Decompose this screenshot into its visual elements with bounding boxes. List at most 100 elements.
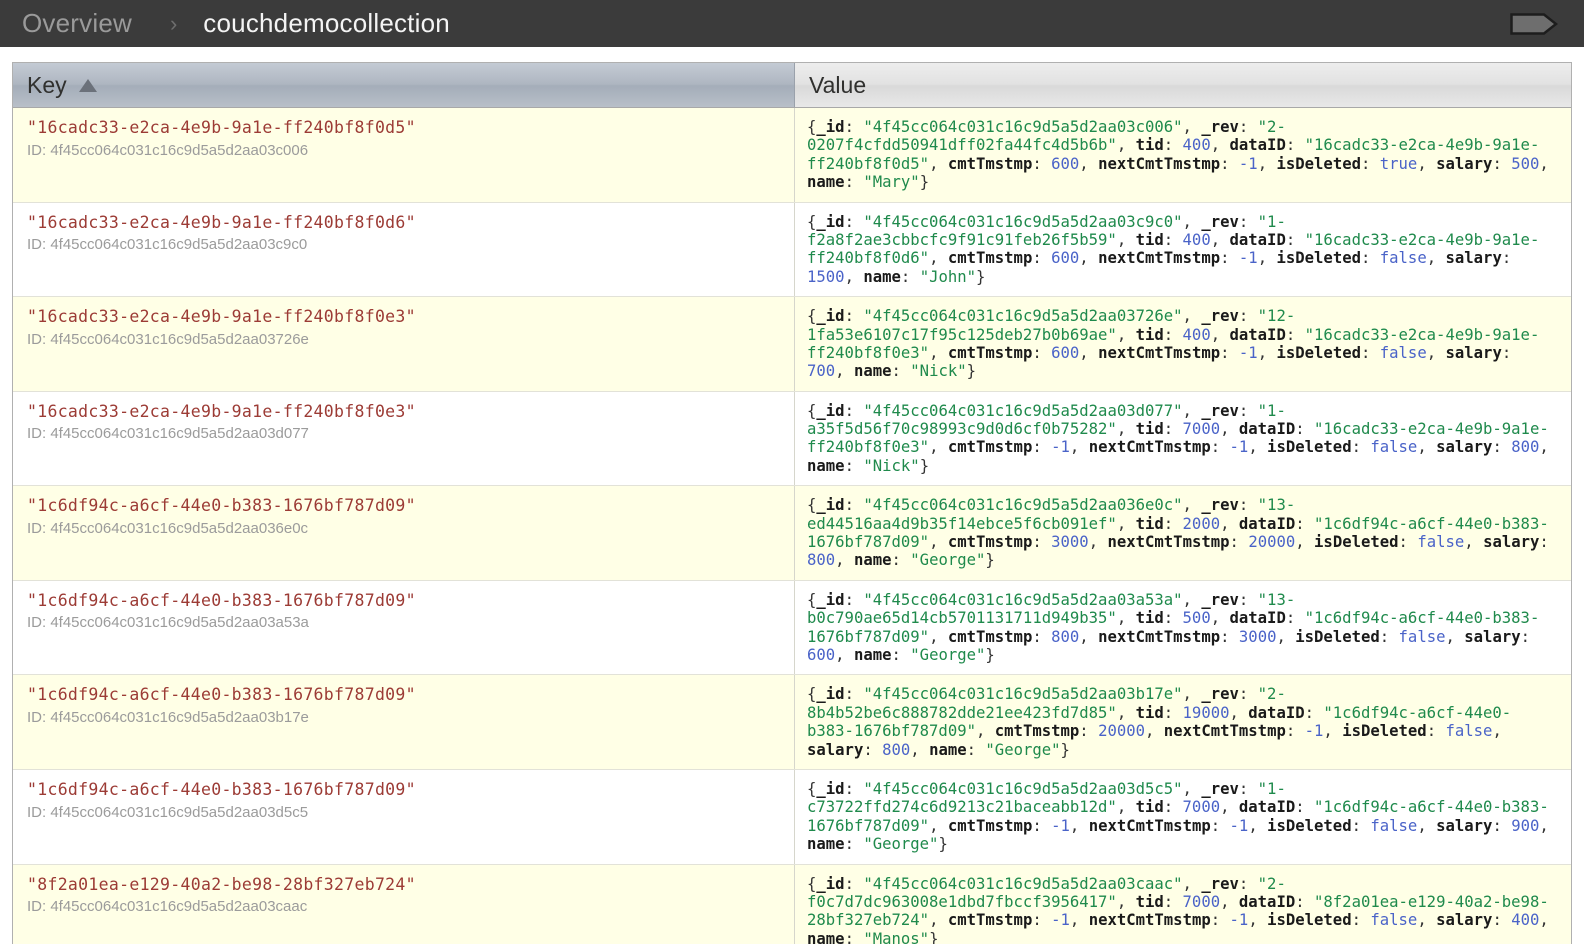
table-row[interactable]: "16cadc33-e2ca-4e9b-9a1e-ff240bf8f0d5" ID…	[13, 108, 1571, 203]
json-property-value: "4f45cc064c031c16c9d5a5d2aa03c9c0"	[863, 212, 1183, 231]
json-property-value: 3000	[1238, 627, 1277, 646]
row-key-cell[interactable]: "16cadc33-e2ca-4e9b-9a1e-ff240bf8f0e3" ID…	[13, 297, 795, 391]
breadcrumb-separator-icon: ›	[169, 10, 178, 36]
row-key-cell[interactable]: "16cadc33-e2ca-4e9b-9a1e-ff240bf8f0d6" ID…	[13, 202, 795, 297]
json-property-value: 7000	[1182, 892, 1221, 911]
row-value-cell[interactable]: {_id: "4f45cc064c031c16c9d5a5d2aa03d077"…	[795, 392, 1571, 486]
json-property-value: -1	[1051, 816, 1070, 835]
row-key-cell[interactable]: "1c6df94c-a6cf-44e0-b383-1676bf787d09" ID…	[13, 486, 795, 580]
row-key-cell[interactable]: "16cadc33-e2ca-4e9b-9a1e-ff240bf8f0d5" ID…	[13, 108, 795, 202]
row-value-cell[interactable]: {_id: "4f45cc064c031c16c9d5a5d2aa03c9c0"…	[795, 203, 1571, 297]
breadcrumb-overview-link[interactable]: Overview	[22, 8, 132, 39]
row-key-text: "16cadc33-e2ca-4e9b-9a1e-ff240bf8f0e3"	[27, 307, 416, 327]
column-header-key[interactable]: Key	[13, 63, 795, 107]
json-property-value: "4f45cc064c031c16c9d5a5d2aa03d077"	[863, 401, 1183, 420]
json-property-name: isDeleted	[1267, 911, 1352, 930]
column-header-key-label: Key	[27, 71, 67, 98]
row-key-cell[interactable]: "1c6df94c-a6cf-44e0-b383-1676bf787d09" ID…	[13, 769, 795, 864]
json-property-value: false	[1370, 816, 1418, 835]
json-property-value: "4f45cc064c031c16c9d5a5d2aa03caac"	[863, 874, 1183, 893]
json-property-name: nextCmtTmstmp	[1088, 911, 1211, 930]
json-property-name: salary	[1464, 627, 1521, 646]
json-property-name: salary	[1436, 911, 1493, 930]
json-property-name: isDeleted	[1276, 154, 1361, 173]
json-property-name: _rev	[1201, 307, 1239, 326]
json-property-name: tid	[1135, 325, 1164, 344]
json-property-value: "John"	[919, 267, 977, 286]
column-header-value[interactable]: Value	[795, 63, 1571, 107]
table-row[interactable]: "1c6df94c-a6cf-44e0-b383-1676bf787d09" ID…	[13, 486, 1571, 581]
json-property-name: dataID	[1238, 420, 1296, 439]
json-property-name: isDeleted	[1314, 533, 1399, 552]
json-property-name: nextCmtTmstmp	[1098, 154, 1221, 173]
json-property-name: dataID	[1238, 514, 1296, 533]
row-document-id: ID: 4f45cc064c031c16c9d5a5d2aa03c9c0	[27, 236, 308, 254]
row-key-text: "16cadc33-e2ca-4e9b-9a1e-ff240bf8f0e3"	[27, 401, 416, 421]
table-row[interactable]: "1c6df94c-a6cf-44e0-b383-1676bf787d09" ID…	[13, 675, 1571, 770]
table-header-row: Key Value	[13, 63, 1571, 108]
row-key-text: "16cadc33-e2ca-4e9b-9a1e-ff240bf8f0d5"	[27, 118, 416, 137]
row-key-cell[interactable]: "1c6df94c-a6cf-44e0-b383-1676bf787d09" ID…	[13, 580, 795, 675]
table-row[interactable]: "1c6df94c-a6cf-44e0-b383-1676bf787d09" ID…	[13, 580, 1571, 676]
json-property-name: nextCmtTmstmp	[1088, 816, 1211, 835]
table-body: "16cadc33-e2ca-4e9b-9a1e-ff240bf8f0d5" ID…	[13, 108, 1571, 944]
row-key-cell[interactable]: "16cadc33-e2ca-4e9b-9a1e-ff240bf8f0e3" ID…	[13, 391, 795, 486]
json-property-value: 800	[807, 551, 836, 570]
row-key-text: "1c6df94c-a6cf-44e0-b383-1676bf787d09"	[27, 779, 416, 799]
json-property-name: _id	[816, 685, 845, 704]
json-property-value: -1	[1238, 343, 1258, 362]
json-property-name: cmtTmstmp	[947, 438, 1033, 457]
row-value-cell[interactable]: {_id: "4f45cc064c031c16c9d5a5d2aa03b17e"…	[795, 675, 1571, 769]
json-property-value: 700	[807, 362, 836, 381]
json-property-value: false	[1417, 533, 1465, 552]
json-property-name: _id	[816, 307, 845, 326]
row-value-cell[interactable]: {_id: "4f45cc064c031c16c9d5a5d2aa03caac"…	[795, 865, 1571, 944]
json-property-value: 800	[1511, 438, 1540, 457]
json-property-name: isDeleted	[1295, 627, 1380, 646]
row-key-cell[interactable]: "8f2a01ea-e129-40a2-be98-28bf327eb724" ID…	[13, 864, 795, 944]
row-document-id: ID: 4f45cc064c031c16c9d5a5d2aa03a53a	[27, 614, 309, 632]
row-key-text: "1c6df94c-a6cf-44e0-b383-1676bf787d09"	[27, 496, 416, 516]
json-property-value: 900	[1511, 816, 1540, 835]
table-row[interactable]: "16cadc33-e2ca-4e9b-9a1e-ff240bf8f0d6" ID…	[13, 202, 1571, 298]
json-property-name: name	[807, 929, 845, 944]
json-property-name: salary	[1445, 249, 1502, 268]
json-property-value: 7000	[1182, 798, 1221, 817]
row-value-cell[interactable]: {_id: "4f45cc064c031c16c9d5a5d2aa03a53a"…	[795, 581, 1571, 675]
json-property-name: _rev	[1201, 212, 1239, 231]
json-property-value: false	[1379, 249, 1427, 268]
tag-icon[interactable]	[1510, 12, 1559, 35]
json-property-value: 3000	[1051, 533, 1089, 552]
sort-ascending-icon	[78, 78, 97, 92]
table-row[interactable]: "8f2a01ea-e129-40a2-be98-28bf327eb724" ID…	[13, 864, 1571, 944]
row-value-cell[interactable]: {_id: "4f45cc064c031c16c9d5a5d2aa03d5c5"…	[795, 770, 1571, 864]
json-property-name: name	[853, 551, 892, 570]
json-property-value: "4f45cc064c031c16c9d5a5d2aa03726e"	[863, 307, 1183, 326]
json-property-name: _id	[816, 401, 845, 420]
table-row[interactable]: "1c6df94c-a6cf-44e0-b383-1676bf787d09" ID…	[13, 769, 1571, 865]
table-row[interactable]: "16cadc33-e2ca-4e9b-9a1e-ff240bf8f0e3" ID…	[13, 391, 1571, 487]
json-property-name: tid	[1135, 136, 1164, 155]
row-key-cell[interactable]: "1c6df94c-a6cf-44e0-b383-1676bf787d09" ID…	[13, 675, 795, 769]
json-property-name: nextCmtTmstmp	[1098, 627, 1221, 646]
json-property-name: tid	[1135, 514, 1164, 533]
row-value-cell[interactable]: {_id: "4f45cc064c031c16c9d5a5d2aa036e0c"…	[795, 486, 1571, 580]
json-property-name: salary	[1436, 816, 1493, 835]
row-key-text: "1c6df94c-a6cf-44e0-b383-1676bf787d09"	[27, 590, 416, 610]
json-property-name: salary	[1483, 533, 1540, 552]
json-property-name: _rev	[1201, 590, 1239, 609]
json-property-name: cmtTmstmp	[947, 533, 1033, 552]
json-property-name: nextCmtTmstmp	[1098, 249, 1221, 268]
json-property-name: _id	[816, 590, 845, 609]
json-property-name: name	[807, 835, 845, 854]
json-property-name: name	[929, 740, 967, 759]
json-property-name: _id	[816, 496, 845, 515]
row-value-cell[interactable]: {_id: "4f45cc064c031c16c9d5a5d2aa03726e"…	[795, 297, 1571, 391]
json-property-value: "Nick"	[863, 456, 920, 475]
row-value-cell[interactable]: {_id: "4f45cc064c031c16c9d5a5d2aa03c006"…	[795, 108, 1571, 202]
json-property-name: isDeleted	[1276, 343, 1361, 362]
json-property-name: salary	[1445, 343, 1502, 362]
json-property-name: cmtTmstmp	[947, 154, 1033, 173]
json-property-name: _rev	[1201, 118, 1239, 136]
table-row[interactable]: "16cadc33-e2ca-4e9b-9a1e-ff240bf8f0e3" ID…	[13, 297, 1571, 392]
